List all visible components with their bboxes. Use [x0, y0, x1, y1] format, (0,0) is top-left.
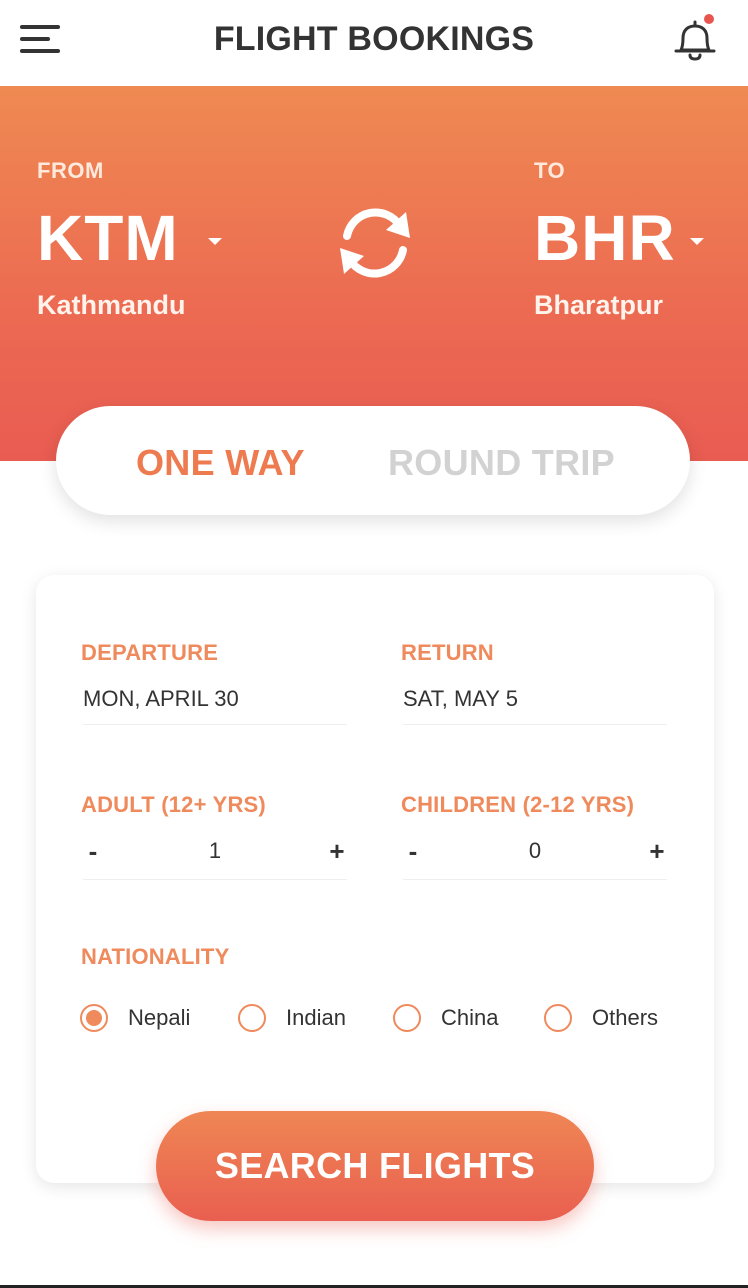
from-airport-select[interactable]: KTM [37, 201, 179, 275]
from-caret-icon [208, 238, 222, 245]
nationality-radio-group: Nepali Indian China Others [80, 1004, 680, 1038]
tab-one-way[interactable]: ONE WAY [136, 442, 305, 484]
radio-others[interactable]: Others [544, 1004, 658, 1032]
adult-label: ADULT (12+ YRS) [81, 792, 266, 817]
departure-label: DEPARTURE [81, 640, 219, 665]
notification-dot [704, 14, 714, 24]
from-label: FROM [37, 158, 104, 183]
radio-label: Nepali [128, 1005, 191, 1030]
return-date-field[interactable]: SAT, MAY 5 [403, 686, 667, 725]
radio-label: China [441, 1005, 499, 1030]
flight-booking-screen: FLIGHT BOOKINGS FROM KTM Kathmandu TO BH… [0, 0, 748, 1288]
app-header: FLIGHT BOOKINGS [0, 0, 748, 86]
children-label: CHILDREN (2-12 YRS) [401, 792, 635, 817]
to-airport-select[interactable]: BHR [534, 201, 676, 275]
adult-count: 1 [208, 838, 222, 863]
page-title: FLIGHT BOOKINGS [213, 20, 535, 58]
to-city-name: Bharatpur [534, 290, 664, 320]
radio-circle-checked [80, 1004, 108, 1032]
trip-type-toggle: ONE WAY ROUND TRIP [56, 406, 690, 515]
radio-china[interactable]: China [393, 1004, 498, 1032]
children-count: 0 [528, 838, 542, 863]
children-stepper: - 0 + [403, 836, 667, 880]
tab-round-trip[interactable]: ROUND TRIP [388, 442, 615, 484]
from-city-name: Kathmandu [37, 290, 186, 320]
departure-date-field[interactable]: MON, APRIL 30 [83, 686, 347, 725]
route-hero: FROM KTM Kathmandu TO BHR Bharatpur [0, 86, 748, 461]
children-increment-button[interactable]: + [647, 836, 667, 867]
radio-circle [544, 1004, 572, 1032]
radio-circle [393, 1004, 421, 1032]
adult-increment-button[interactable]: + [327, 836, 347, 867]
adult-stepper: - 1 + [83, 836, 347, 880]
radio-indian[interactable]: Indian [238, 1004, 346, 1032]
nationality-label: NATIONALITY [81, 944, 230, 969]
bell-icon[interactable] [670, 18, 720, 62]
radio-label: Indian [286, 1005, 346, 1030]
radio-nepali[interactable]: Nepali [80, 1004, 190, 1032]
search-flights-button[interactable]: SEARCH FLIGHTS [156, 1111, 594, 1221]
to-caret-icon [690, 238, 704, 245]
radio-circle [238, 1004, 266, 1032]
swap-refresh-icon[interactable] [330, 198, 420, 288]
radio-label: Others [592, 1005, 659, 1030]
to-label: TO [534, 158, 566, 183]
return-label: RETURN [401, 640, 494, 665]
